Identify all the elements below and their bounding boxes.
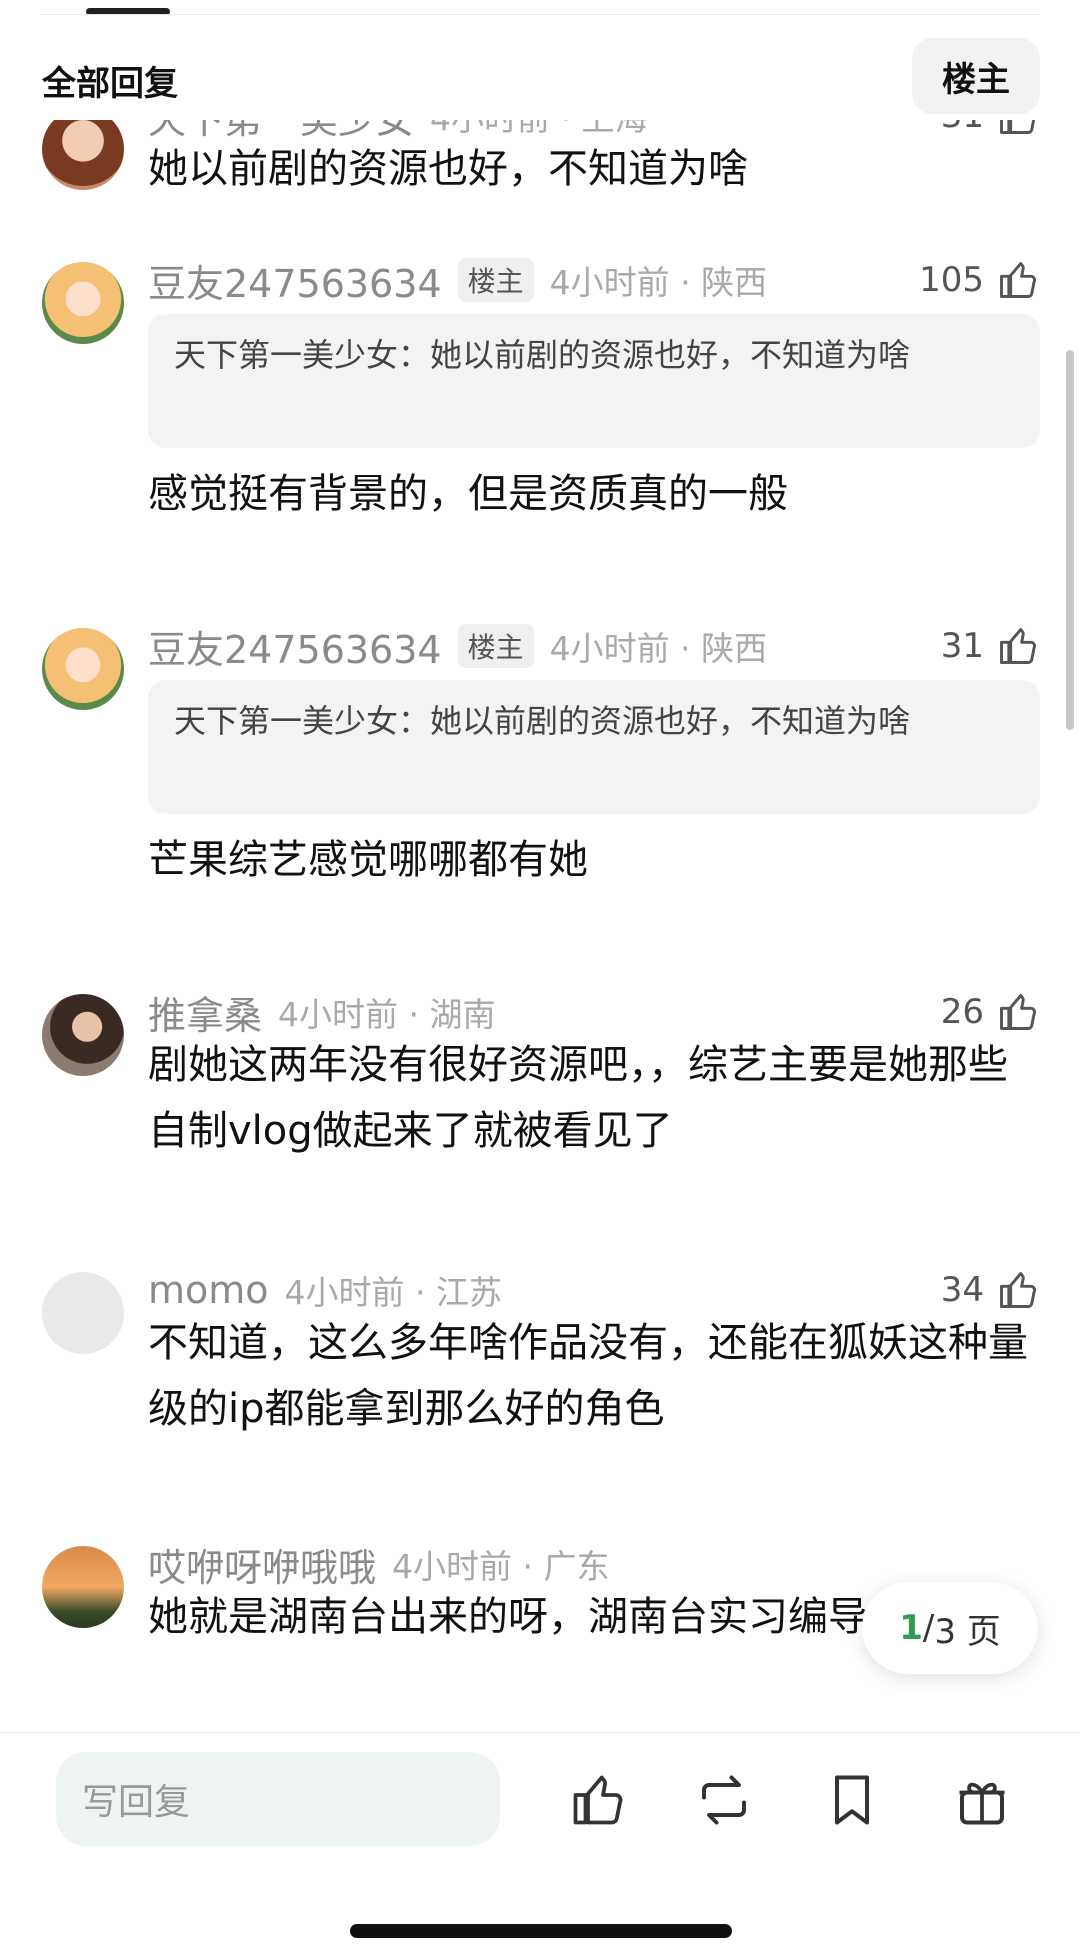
op-badge: 楼主 xyxy=(457,258,534,302)
reply-input[interactable]: 写回复 xyxy=(56,1752,500,1846)
gift-icon[interactable] xyxy=(952,1770,1012,1830)
username[interactable]: momo xyxy=(148,1268,269,1312)
thumbs-up-icon[interactable] xyxy=(996,990,1040,1034)
comment-meta: 推拿桑 4小时前 · 湖南 26 xyxy=(148,988,1040,1038)
like-count: 31 xyxy=(941,120,984,136)
page-title: 全部回复 xyxy=(42,64,178,104)
bookmark-icon[interactable] xyxy=(822,1770,882,1830)
divider xyxy=(40,14,1040,15)
thumbs-up-icon[interactable] xyxy=(996,624,1040,668)
page-separator: / xyxy=(922,1608,935,1648)
username[interactable]: 豆友247563634 xyxy=(148,253,442,308)
time-location: 4小时前 · 江苏 xyxy=(284,1273,502,1312)
comment-meta: 哎咿呀咿哦哦 4小时前 · 广东 xyxy=(148,1540,1040,1590)
thumbs-up-icon[interactable] xyxy=(996,258,1040,302)
comment-list: 天下第一美少女 4小时前 · 上海 31 她以前剧的资源也好，不知道为啥 豆友2… xyxy=(0,120,1080,1732)
comment-text: 剧她这两年没有很好资源吧，，综艺主要是她那些自制vlog做起来了就被看见了 xyxy=(148,1042,1008,1154)
comment-meta: momo 4小时前 · 江苏 34 xyxy=(148,1266,1040,1314)
repost-icon[interactable] xyxy=(694,1770,754,1830)
thumbs-up-icon[interactable] xyxy=(568,1770,628,1830)
home-indicator xyxy=(350,1924,732,1938)
quoted-reply[interactable]: 天下第一美少女：她以前剧的资源也好，不知道为啥 xyxy=(148,680,1040,814)
like-count: 31 xyxy=(940,626,984,666)
scrollbar[interactable] xyxy=(1066,350,1074,730)
page-indicator[interactable]: 1 / 3 页 xyxy=(862,1582,1038,1674)
time-location: 4小时前 · 湖南 xyxy=(278,995,496,1034)
like-count: 105 xyxy=(919,260,984,300)
username[interactable]: 豆友247563634 xyxy=(148,619,442,674)
comment-text: 她以前剧的资源也好，不知道为啥 xyxy=(148,146,748,192)
comment-text: 感觉挺有背景的，但是资质真的一般 xyxy=(148,471,788,517)
time-location: 4小时前 · 广东 xyxy=(392,1547,610,1586)
comment-meta: 豆友247563634 楼主 4小时前 · 陕西 105 xyxy=(148,256,1040,306)
thumbs-up-icon[interactable] xyxy=(996,1268,1040,1312)
avatar[interactable] xyxy=(42,262,124,344)
comment-sheet: 全部回复 楼主 天下第一美少女 4小时前 · 上海 31 她以前剧的资源也好，不… xyxy=(0,0,1080,1960)
avatar[interactable] xyxy=(42,1546,124,1628)
time-location: 4小时前 · 陕西 xyxy=(549,629,768,668)
divider xyxy=(0,1732,1080,1733)
op-badge: 楼主 xyxy=(457,624,534,668)
page-total: 3 页 xyxy=(934,1611,1001,1652)
like-count: 26 xyxy=(940,992,984,1032)
avatar[interactable] xyxy=(42,1272,124,1354)
like-count: 34 xyxy=(940,1270,984,1310)
time-location: 4小时前 · 陕西 xyxy=(549,263,768,302)
op-filter-button[interactable]: 楼主 xyxy=(912,38,1040,114)
page-current: 1 xyxy=(899,1608,923,1648)
avatar[interactable] xyxy=(42,994,124,1076)
comment-meta: 豆友247563634 楼主 4小时前 · 陕西 31 xyxy=(148,622,1040,672)
comment-text: 不知道，这么多年啥作品没有，还能在狐妖这种量级的ip都能拿到那么好的角色 xyxy=(148,1320,1028,1432)
avatar[interactable] xyxy=(42,628,124,710)
quoted-reply[interactable]: 天下第一美少女：她以前剧的资源也好，不知道为啥 xyxy=(148,314,1040,448)
comment-text: 芒果综艺感觉哪哪都有她 xyxy=(148,837,588,883)
avatar[interactable] xyxy=(42,120,124,190)
